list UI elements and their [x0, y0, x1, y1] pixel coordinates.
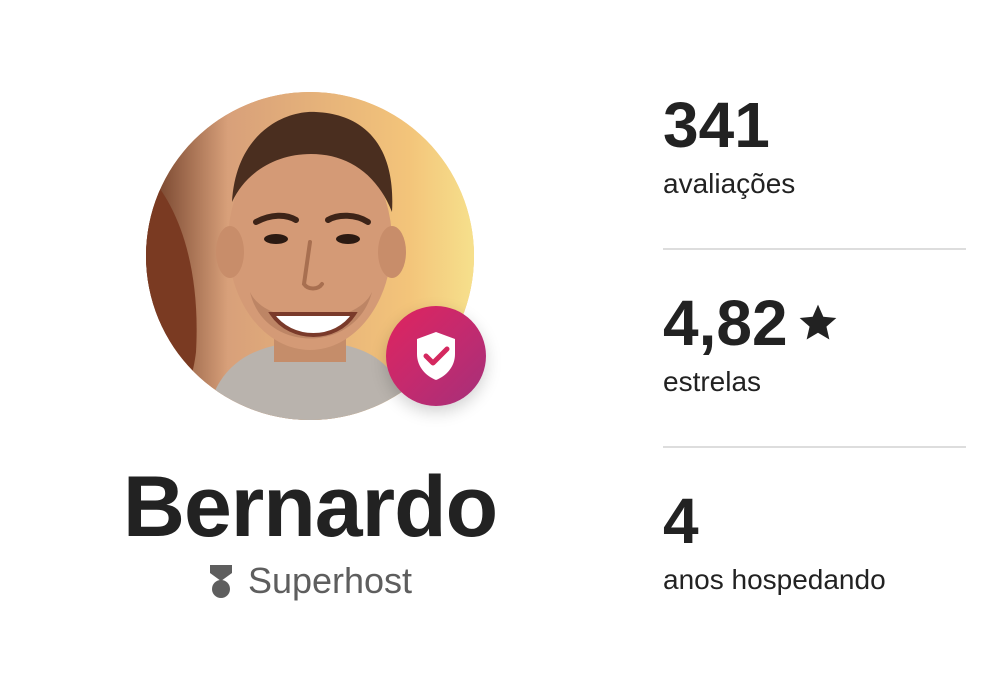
host-stats: 341 avaliações 4,82 estrelas 4 anos hosp…: [663, 0, 966, 687]
superhost-label: Superhost: [0, 560, 620, 602]
rating-label: estrelas: [663, 366, 762, 397]
divider: [663, 248, 966, 250]
rating-value: 4,82: [663, 288, 966, 358]
rating-stat: 4,82 estrelas: [663, 288, 966, 400]
superhost-medal-icon: [208, 563, 234, 599]
reviews-count-value: 341: [663, 89, 770, 161]
reviews-stat[interactable]: 341 avaliações: [663, 90, 966, 202]
years-number: 4: [663, 485, 699, 557]
reviews-label: avaliações: [663, 168, 796, 199]
reviews-count: 341: [663, 90, 966, 160]
years-stat: 4 anos hospedando: [663, 486, 966, 598]
avatar-container[interactable]: [146, 92, 486, 420]
verified-badge: [386, 306, 486, 406]
shield-check-icon: [417, 332, 455, 380]
host-name: Bernardo: [122, 459, 498, 555]
host-identity: Bernardo Superhost: [0, 0, 620, 687]
host-profile-card: Bernardo Superhost 341 avaliações 4,82 e…: [0, 0, 988, 687]
years-value: 4: [663, 486, 966, 556]
rating-number: 4,82: [663, 287, 788, 359]
superhost-text: Superhost: [247, 560, 413, 601]
years-label: anos hospedando: [663, 564, 886, 595]
divider: [663, 446, 966, 448]
star-icon: [796, 288, 840, 358]
